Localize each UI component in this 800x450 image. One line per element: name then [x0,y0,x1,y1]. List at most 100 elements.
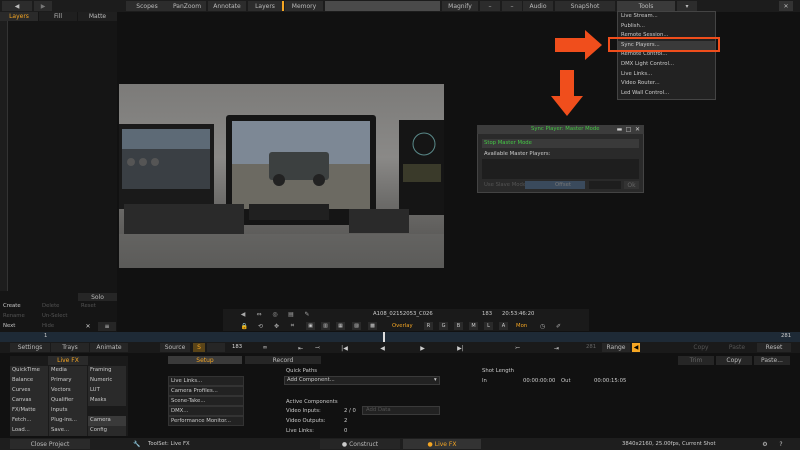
overlay-button[interactable]: Overlay [392,323,413,329]
s-button[interactable]: S [193,343,205,352]
settings-button[interactable]: Settings [10,343,50,352]
tool-config[interactable]: Config [88,426,126,436]
tool-numeric[interactable]: Numeric [88,376,126,386]
source-button[interactable]: Source [160,343,190,352]
play-reverse-icon[interactable]: ◀ [378,344,387,352]
loop-icon[interactable]: ∞ [259,343,271,352]
live-links-button[interactable]: Live Links... [168,376,244,386]
channel-r[interactable]: R [424,322,433,330]
tab-setup[interactable]: Setup [168,356,242,364]
tool-media[interactable]: Media [49,366,87,376]
tool-plugins[interactable]: Plug-ins... [49,416,87,426]
mon-button[interactable]: Mon [516,323,527,329]
refresh-icon[interactable]: ⟲ [256,322,265,330]
channel-l[interactable]: L [484,322,493,330]
next-key-icon[interactable]: ⤚ [513,344,522,352]
tool-vectors[interactable]: Vectors [49,386,87,396]
help-icon[interactable]: ? [776,439,786,449]
range-toggle[interactable]: ◀ [632,343,640,352]
livefx-tab[interactable]: ● Live FX [403,439,481,449]
performance-monitor-button[interactable]: Performance Monitor... [168,416,244,426]
tool-canvas[interactable]: Canvas [10,396,48,406]
copy-setup-button[interactable]: Copy [716,356,752,365]
tool-inputs[interactable]: Inputs [49,406,87,416]
channel-b[interactable]: B [454,322,463,330]
timeline-start-frame: 1 [44,333,48,339]
video-inputs-label: Video Inputs: [286,408,321,414]
in-frame-field[interactable] [207,343,225,352]
scene-take-button[interactable]: Scene-Take... [168,396,244,406]
end-frame-value[interactable]: 281 [586,344,596,350]
tool-save[interactable]: Save... [49,426,87,436]
copy-button[interactable]: Copy [684,343,718,352]
close-project-button[interactable]: Close Project [10,439,90,449]
timeline-end-frame: 281 [781,333,792,339]
animate-button[interactable]: Animate [90,343,128,352]
tool-primary[interactable]: Primary [49,376,87,386]
playhead[interactable] [383,332,385,342]
tool-masks[interactable]: Masks [88,396,126,406]
tool-curves[interactable]: Curves [10,386,48,396]
channel-a[interactable]: A [499,322,508,330]
quick-paths-label: Quick Paths [286,368,318,374]
tab-record[interactable]: Record [245,356,321,364]
video-inputs-value: 2 / 0 [344,408,356,414]
trim-button[interactable]: Trim [678,356,714,365]
view-icon-1[interactable]: ▣ [306,322,315,330]
go-start-icon[interactable]: ⇤ [296,344,305,352]
trays-button[interactable]: Trays [51,343,89,352]
layers-icon[interactable]: ▤ [286,310,296,318]
view-icon-3[interactable]: ▦ [336,322,345,330]
current-frame-value[interactable]: 183 [232,344,242,350]
lock-icon[interactable]: 🔒 [240,322,249,330]
right-arrow-icon [555,30,602,60]
go-end-icon[interactable]: ⇥ [552,344,561,352]
add-component-chevron-icon: ▾ [434,377,437,383]
dmx-button[interactable]: DMX... [168,406,244,416]
paste-button[interactable]: Paste [720,343,754,352]
range-button[interactable]: Range [602,343,630,352]
tool-load[interactable]: Load... [10,426,48,436]
toolset-label: ToolSet: Live FX [148,441,190,447]
tool-quicktime[interactable]: QuickTime [10,366,48,376]
view-icon-4[interactable]: ▨ [352,322,361,330]
view-icon-5[interactable]: ▩ [368,322,377,330]
tool-camera[interactable]: Camera [88,416,126,426]
reset-transport-button[interactable]: Reset [757,343,791,352]
clock-icon[interactable]: ◷ [538,322,547,330]
in-label: In [482,378,487,384]
crop-icon[interactable]: ⌗ [288,322,297,330]
tool-framing[interactable]: Framing [88,366,126,376]
play-icon[interactable]: ▶ [418,344,427,352]
live-links-label: Live Links: [286,428,314,434]
active-components-label: Active Components [286,399,338,405]
step-back-icon[interactable]: |◀ [340,344,349,352]
gear-icon[interactable]: ⚙ [760,439,770,449]
out-timecode[interactable]: 00:00:15:05 [594,378,626,384]
tool-balance[interactable]: Balance [10,376,48,386]
add-data-label: Add Data [366,407,391,413]
tool-fetch[interactable]: Fetch... [10,416,48,426]
view-icon-2[interactable]: ▥ [321,322,330,330]
construct-tab[interactable]: ● Construct [320,439,400,449]
globe-icon[interactable]: ◎ [270,310,280,318]
brush-icon[interactable]: ✐ [554,322,563,330]
construct-label: Construct [349,440,379,448]
pencil-icon[interactable]: ✎ [302,310,312,318]
channel-g[interactable]: G [439,322,448,330]
in-timecode[interactable]: 00:00:00:00 [523,378,555,384]
link-icon[interactable]: ⇔ [254,310,264,318]
camera-profiles-button[interactable]: Camera Profiles... [168,386,244,396]
tool-fx-matte[interactable]: FX/Matte [10,406,48,416]
prev-icon[interactable]: ◀ [238,310,248,318]
tool-lut[interactable]: LUT [88,386,126,396]
pan-icon[interactable]: ✥ [272,322,281,330]
shot-length-label: Shot Length [482,368,514,374]
tool-qualifier[interactable]: Qualifier [49,396,87,406]
channel-m[interactable]: M [469,322,478,330]
step-forward-icon[interactable]: ▶| [456,344,465,352]
paste-setup-button[interactable]: Paste... [754,356,790,365]
prev-key-icon[interactable]: ⤙ [313,344,322,352]
wrench-icon[interactable]: 🔧 [132,439,142,449]
timeline-bar[interactable] [0,332,800,342]
